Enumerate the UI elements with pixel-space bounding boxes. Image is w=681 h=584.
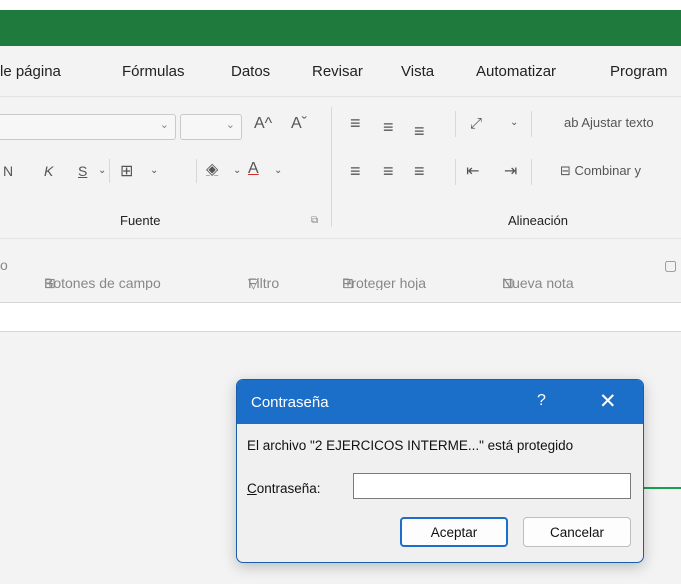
align-top-icon[interactable]: ≡	[350, 113, 361, 134]
dialog-launcher-icon[interactable]: ⧉	[311, 215, 318, 226]
tab-review[interactable]: Revisar	[312, 63, 363, 80]
bold-button[interactable]: N	[3, 163, 13, 179]
title-bar	[0, 10, 681, 46]
align-bottom-icon[interactable]: ≡	[414, 121, 425, 142]
separator	[196, 159, 197, 183]
tab-page-layout[interactable]: le página	[0, 63, 61, 80]
close-icon[interactable]: ✕	[599, 389, 617, 414]
merge-label: Combinar y	[574, 163, 641, 178]
truncated-item: o	[0, 257, 8, 273]
fill-color-icon[interactable]: ◈	[206, 159, 218, 179]
font-name-combo[interactable]: ⌄	[0, 114, 176, 140]
cancel-button[interactable]: Cancelar	[523, 517, 631, 547]
chevron-down-icon: ⌄	[159, 119, 169, 131]
field-buttons-label: Botones de campo	[44, 275, 161, 291]
new-note-label: Nueva nota	[502, 275, 574, 291]
help-icon[interactable]: ?	[537, 392, 546, 410]
tab-data[interactable]: Datos	[231, 63, 270, 80]
tab-view[interactable]: Vista	[401, 63, 434, 80]
password-label-text: ontraseña:	[256, 481, 321, 496]
dialog-message: El archivo "2 EJERCICOS INTERME..." está…	[247, 438, 574, 453]
review-toolbar: o ⊞ Botones de campo ▽ Filtro ⊞ Proteger…	[0, 238, 681, 291]
shrink-font-icon[interactable]: Aˇ	[291, 115, 307, 133]
orientation-icon[interactable]: ⤢	[470, 115, 482, 132]
font-size-combo[interactable]: ⌄	[180, 114, 242, 140]
more-notes-icon[interactable]: ▢	[664, 257, 677, 274]
align-center-icon[interactable]: ≡	[383, 161, 394, 182]
protect-sheet-label: Proteger hoja	[342, 275, 427, 291]
tab-formulas[interactable]: Fórmulas	[122, 63, 185, 80]
separator	[109, 159, 110, 183]
chevron-down-icon[interactable]: ⌄	[98, 165, 106, 176]
align-middle-icon[interactable]: ≡	[383, 117, 394, 138]
separator	[455, 111, 456, 137]
password-label: Contraseña:	[247, 481, 321, 496]
formula-bar[interactable]	[0, 302, 681, 332]
chevron-down-icon[interactable]: ⌄	[510, 117, 518, 128]
merge-center-button[interactable]: ⊟ Combinar y	[560, 163, 641, 179]
ribbon-tabs: le página Fórmulas Datos Revisar Vista A…	[0, 46, 681, 96]
separator	[531, 159, 532, 185]
decrease-indent-icon[interactable]: ⇤	[466, 161, 479, 181]
merge-icon: ⊟	[560, 163, 571, 178]
password-input[interactable]	[353, 473, 631, 499]
tab-automate[interactable]: Automatizar	[476, 63, 556, 80]
separator	[331, 107, 332, 227]
formula-bar-area	[0, 290, 681, 340]
separator	[531, 111, 532, 137]
underline-button[interactable]: S	[78, 163, 87, 179]
chevron-down-icon[interactable]: ⌄	[274, 165, 282, 176]
increase-indent-icon[interactable]: ⇥	[504, 161, 517, 181]
password-dialog: Contraseña ? ✕ El archivo "2 EJERCICOS I…	[236, 379, 644, 563]
font-group-label: Fuente	[120, 213, 161, 228]
password-label-mnemonic: C	[247, 481, 257, 496]
grow-font-icon[interactable]: A^	[254, 115, 272, 133]
wrap-text-label: Ajustar texto	[581, 115, 654, 130]
ribbon: ⌄ ⌄ A^ Aˇ N K S ⌄ ⊞ ⌄ ◈ ⌄ A ⌄ Fuente ⧉ ≡…	[0, 96, 681, 239]
align-left-icon[interactable]: ≡	[350, 161, 361, 182]
tab-developer[interactable]: Program	[610, 63, 668, 80]
top-strip	[0, 0, 681, 10]
wrap-text-button[interactable]: ab Ajustar texto	[564, 115, 654, 130]
dialog-title: Contraseña	[251, 394, 329, 411]
chevron-down-icon[interactable]: ⌄	[150, 165, 158, 176]
italic-button[interactable]: K	[44, 163, 53, 179]
chevron-down-icon[interactable]: ⌄	[233, 165, 241, 176]
dialog-title-bar: Contraseña ? ✕	[237, 380, 643, 424]
borders-icon[interactable]: ⊞	[120, 161, 133, 181]
align-right-icon[interactable]: ≡	[414, 161, 425, 182]
chevron-down-icon: ⌄	[225, 119, 235, 131]
wrap-text-icon: ab	[564, 115, 579, 130]
font-color-icon[interactable]: A	[248, 160, 259, 178]
filter-label: Filtro	[248, 275, 280, 291]
ok-button[interactable]: Aceptar	[400, 517, 508, 547]
alignment-group-label: Alineación	[508, 213, 568, 228]
separator	[455, 159, 456, 185]
